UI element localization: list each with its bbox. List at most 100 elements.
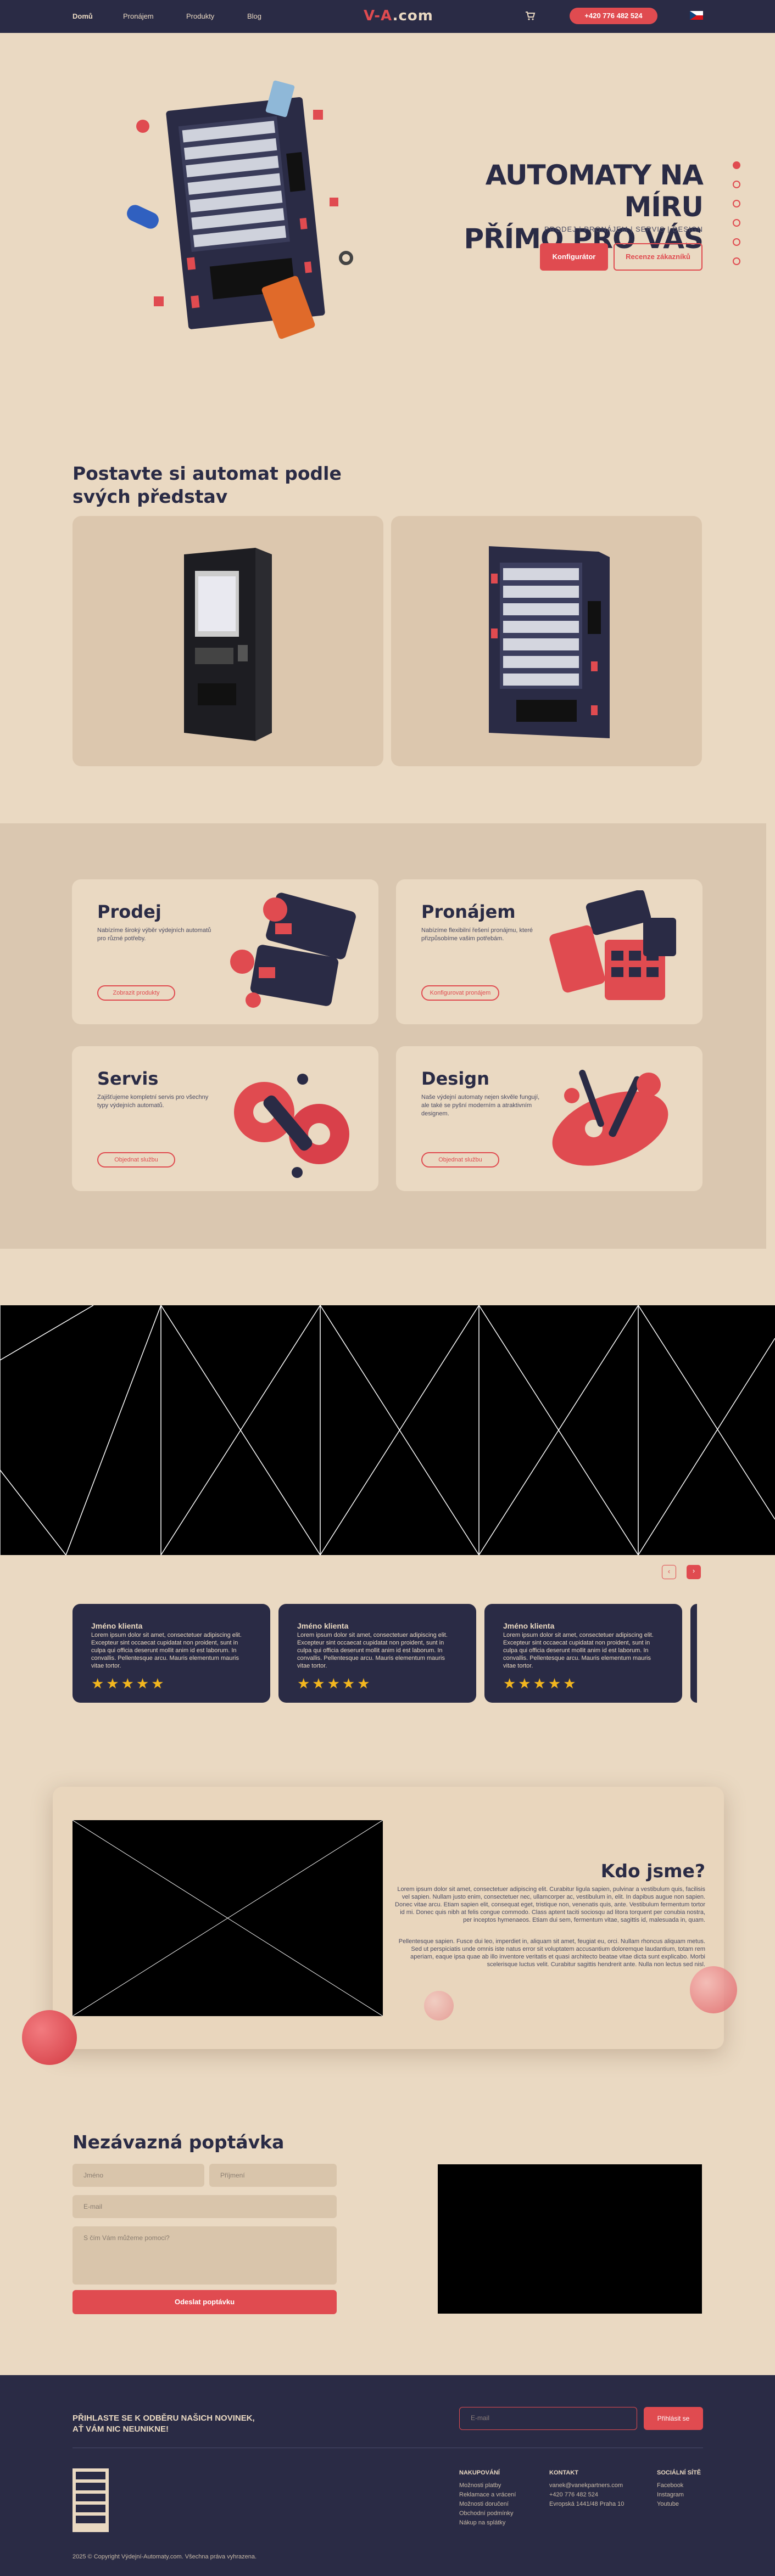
calendar-calculator-icon bbox=[549, 890, 676, 1000]
message-field[interactable]: S čím Vám můžeme pomoci? bbox=[73, 2226, 337, 2285]
map-placeholder bbox=[438, 2164, 702, 2314]
cart-icon[interactable] bbox=[525, 10, 536, 21]
slide-dot-2[interactable] bbox=[733, 181, 740, 188]
service-text-sale: Nabízíme široký výběr výdejních automatů… bbox=[97, 927, 211, 942]
slide-dot-3[interactable] bbox=[733, 200, 740, 207]
slide-dot-4[interactable] bbox=[733, 219, 740, 227]
logo-suffix: .com bbox=[392, 8, 433, 24]
show-products-button[interactable]: Zobrazit produkty bbox=[97, 985, 175, 1001]
submit-inquiry-button[interactable]: Odeslat poptávku bbox=[73, 2290, 337, 2314]
service-card-sale: Prodej Nabízíme široký výběr výdejních a… bbox=[72, 879, 378, 1024]
hero-title-line1: AUTOMATY NA MÍRU bbox=[485, 159, 704, 223]
about-title: Kdo jsme? bbox=[600, 1860, 705, 1882]
footer-col-title: SOCIÁLNÍ SÍTĚ bbox=[657, 2470, 701, 2476]
testimonial-author: Jméno klienta bbox=[297, 1621, 349, 1630]
site-logo[interactable]: V-A.com bbox=[364, 8, 433, 24]
testimonial-card: Jméno klienta Lorem ipsum dolor sit amet… bbox=[484, 1604, 682, 1703]
testimonial-card: Jméno klienta Lorem ipsum dolor sit amet… bbox=[278, 1604, 476, 1703]
footer-link[interactable]: Možnosti doručení bbox=[459, 2500, 516, 2509]
testimonial-text: Lorem ipsum dolor sit amet, consectetuer… bbox=[503, 1632, 654, 1669]
product-card-touchscreen[interactable] bbox=[73, 516, 383, 766]
testimonial-text: Lorem ipsum dolor sit amet, consectetuer… bbox=[297, 1632, 448, 1669]
service-title-rental: Pronájem bbox=[421, 901, 516, 922]
inquiry-title: Nezávazná poptávka bbox=[73, 2131, 285, 2153]
nav-link-blog[interactable]: Blog bbox=[247, 12, 261, 20]
testimonials-prev-button[interactable]: ‹ bbox=[662, 1565, 676, 1579]
decorative-ball bbox=[22, 2010, 77, 2065]
service-card-service: Servis Zajišťujeme kompletní servis pro … bbox=[72, 1046, 378, 1191]
snack-machine-image bbox=[489, 546, 610, 738]
service-title-design: Design bbox=[421, 1068, 489, 1089]
service-text-design: Naše výdejní automaty nejen skvěle fungu… bbox=[421, 1094, 540, 1117]
youtube-link[interactable]: Youtube bbox=[657, 2500, 701, 2509]
footer-col-title: KONTAKT bbox=[549, 2470, 578, 2476]
footer-col-contact: KONTAKT vanek@vanekpartners.com +420 776… bbox=[549, 2468, 624, 2509]
footer: PŘIHLASTE SE K ODBĚRU NAŠICH NOVINEK, AŤ… bbox=[0, 2375, 775, 2576]
gallery-placeholders bbox=[0, 1305, 775, 1556]
rating-stars: ★★★★★ bbox=[297, 1675, 372, 1692]
about-video-placeholder bbox=[73, 1820, 383, 2016]
newsletter-email-input[interactable]: E-mail bbox=[459, 2407, 637, 2430]
footer-link[interactable]: Nákup na splátky bbox=[459, 2518, 516, 2528]
service-title-service: Servis bbox=[97, 1068, 159, 1089]
build-title-line2: svých představ bbox=[73, 486, 228, 507]
about-paragraph-1: Lorem ipsum dolor sit amet, consectetuer… bbox=[395, 1886, 705, 1923]
logo-main: V-A bbox=[364, 8, 393, 24]
testimonials-next-button[interactable]: › bbox=[687, 1565, 701, 1579]
product-card-snack-machine[interactable] bbox=[391, 516, 702, 766]
first-name-field[interactable]: Jméno bbox=[73, 2164, 204, 2187]
newsletter-heading: PŘIHLASTE SE K ODBĚRU NAŠICH NOVINEK, AŤ… bbox=[73, 2414, 255, 2434]
touchscreen-machine-image bbox=[184, 548, 272, 741]
instagram-link[interactable]: Instagram bbox=[657, 2490, 701, 2500]
facebook-link[interactable]: Facebook bbox=[657, 2481, 701, 2490]
hero-subtitle: PRODEJ | PRONÁJEM | SERVIS | DESIGN bbox=[544, 225, 703, 233]
footer-contact-email[interactable]: vanek@vanekpartners.com bbox=[549, 2481, 624, 2490]
footer-col-shopping: NAKUPOVÁNÍ Možnosti platby Reklamace a v… bbox=[459, 2468, 516, 2528]
build-title-line1: Postavte si automat podle bbox=[73, 463, 342, 484]
top-navigation: Domů Pronájem Produkty Blog V-A.com +420… bbox=[0, 0, 775, 33]
configurator-button[interactable]: Konfigurátor bbox=[540, 243, 608, 271]
paint-palette-icon bbox=[552, 1069, 668, 1166]
footer-col-social: SOCIÁLNÍ SÍTĚ Facebook Instagram Youtube bbox=[657, 2468, 701, 2509]
phone-button[interactable]: +420 776 482 524 bbox=[570, 8, 657, 24]
footer-contact-address: Evropská 1441/48 Praha 10 bbox=[549, 2501, 625, 2507]
order-design-button[interactable]: Objednat službu bbox=[421, 1152, 499, 1168]
hero-vending-machine-illustration bbox=[127, 80, 353, 339]
order-service-button[interactable]: Objednat službu bbox=[97, 1152, 175, 1168]
footer-link[interactable]: Reklamace a vrácení bbox=[459, 2490, 516, 2500]
footer-logo[interactable] bbox=[73, 2468, 109, 2532]
service-text-service: Zajišťujeme kompletní servis pro všechny… bbox=[97, 1094, 209, 1109]
slide-dot-1[interactable] bbox=[733, 161, 740, 169]
testimonial-author: Jméno klienta bbox=[91, 1621, 143, 1630]
nav-link-rental[interactable]: Pronájem bbox=[123, 12, 154, 20]
about-paragraph-2: Pellentesque sapien. Fusce dui leo, impe… bbox=[398, 1938, 705, 1968]
image-gallery bbox=[0, 1305, 775, 1556]
gears-wrench-icon bbox=[234, 1074, 349, 1178]
slide-dot-6[interactable] bbox=[733, 257, 740, 265]
rating-stars: ★★★★★ bbox=[503, 1675, 578, 1692]
service-card-design: Design Naše výdejní automaty nejen skvěl… bbox=[396, 1046, 702, 1191]
service-card-rental: Pronájem Nabízíme flexibilní řešení pron… bbox=[396, 879, 702, 1024]
footer-link[interactable]: Obchodní podmínky bbox=[459, 2509, 516, 2518]
slide-dot-5[interactable] bbox=[733, 238, 740, 246]
footer-link[interactable]: Možnosti platby bbox=[459, 2481, 516, 2490]
testimonial-text: Lorem ipsum dolor sit amet, consectetuer… bbox=[91, 1632, 242, 1669]
testimonial-card-partial bbox=[690, 1604, 697, 1703]
nav-link-home[interactable]: Domů bbox=[73, 12, 93, 20]
footer-contact-phone[interactable]: +420 776 482 524 bbox=[549, 2490, 624, 2500]
subscribe-button[interactable]: Přihlásit se bbox=[644, 2407, 703, 2430]
testimonial-author: Jméno klienta bbox=[503, 1621, 555, 1630]
hero-title: AUTOMATY NA MÍRU PŘÍMO PRO VÁS bbox=[439, 159, 704, 255]
decorative-ball bbox=[690, 1966, 737, 2013]
reviews-button[interactable]: Recenze zákazníků bbox=[614, 243, 702, 271]
last-name-field[interactable]: Příjmení bbox=[209, 2164, 337, 2187]
nav-link-products[interactable]: Produkty bbox=[186, 12, 214, 20]
hero-slider-dots bbox=[733, 161, 745, 277]
email-field[interactable]: E-mail bbox=[73, 2195, 337, 2218]
build-section-title: Postavte si automat podle svých představ bbox=[73, 462, 380, 508]
czech-flag-icon[interactable] bbox=[690, 11, 703, 20]
decorative-ball bbox=[424, 1991, 454, 2021]
testimonial-card: Jméno klienta Lorem ipsum dolor sit amet… bbox=[73, 1604, 270, 1703]
configure-rental-button[interactable]: Konfigurovat pronájem bbox=[421, 985, 499, 1001]
about-section: Kdo jsme? Lorem ipsum dolor sit amet, co… bbox=[53, 1787, 724, 2049]
